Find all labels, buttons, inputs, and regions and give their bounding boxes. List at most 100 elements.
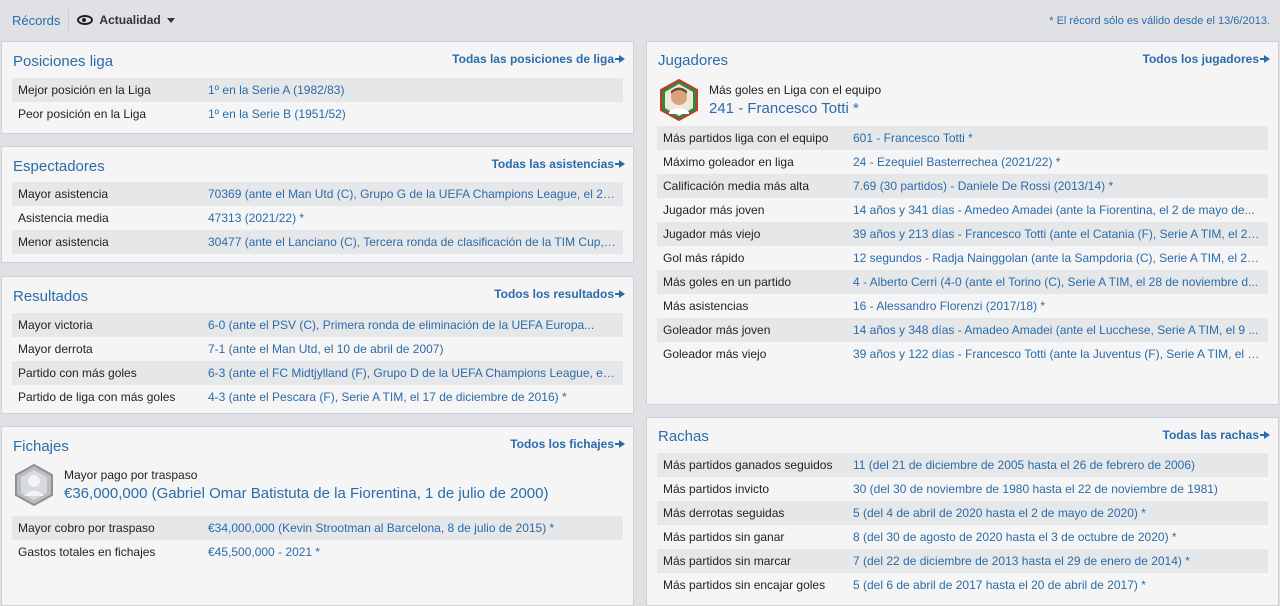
record-value[interactable]: 7-1 (ante el Man Utd, el 10 de abril de …: [208, 342, 449, 356]
panel-title: Resultados: [13, 288, 89, 305]
link-all-streaks[interactable]: Todas las rachas: [1162, 428, 1270, 442]
record-label: Más derrotas seguidas: [663, 506, 785, 520]
link-all-results[interactable]: Todos los resultados: [494, 287, 625, 301]
record-value[interactable]: 12 segundos - Radja Nainggolan (ante la …: [853, 251, 1268, 265]
link-label: Todos los resultados: [494, 287, 614, 301]
record-row: Más partidos sin ganar 8 (del 30 de agost…: [657, 525, 1268, 549]
link-all-transfers[interactable]: Todos los fichajes: [510, 437, 625, 451]
record-value[interactable]: 70369 (ante el Man Utd (C), Grupo G de l…: [208, 187, 623, 201]
panel-transfers: Fichajes Todos los fichajes Mayor pago p…: [1, 426, 634, 606]
record-value[interactable]: 47313 (2021/22) *: [208, 211, 310, 225]
record-label: Más partidos sin marcar: [663, 554, 792, 568]
record-row: Más goles en un partido 4 - Alberto Cerri…: [657, 270, 1268, 294]
record-value[interactable]: €34,000,000 (Kevin Strootman al Barcelon…: [208, 521, 560, 535]
panel-attendance: Espectadores Todas las asistencias Mayor…: [1, 146, 634, 263]
record-value[interactable]: 39 años y 122 días - Francesco Totti (an…: [853, 347, 1268, 361]
highlight-value[interactable]: €36,000,000 (Gabriel Omar Batistuta de l…: [64, 485, 548, 502]
highlight-record: Mayor pago por traspaso €36,000,000 (Gab…: [12, 463, 623, 507]
record-row: Goleador más joven 14 años y 348 días - A…: [657, 318, 1268, 342]
record-label: Mayor derrota: [18, 342, 93, 356]
panel-streaks: Rachas Todas las rachas Más partidos gan…: [646, 417, 1279, 606]
record-list: Mejor posición en la Liga 1º en la Serie …: [12, 78, 623, 126]
record-value[interactable]: 30 (del 30 de noviembre de 1980 hasta el…: [853, 482, 1224, 496]
record-label: Más goles en un partido: [663, 275, 792, 289]
record-value[interactable]: 601 - Francesco Totti *: [853, 131, 979, 145]
record-list: Mayor asistencia 70369 (ante el Man Utd (…: [12, 182, 623, 254]
panel-title: Rachas: [658, 428, 709, 445]
panel-results: Resultados Todos los resultados Mayor vi…: [1, 276, 634, 414]
record-label: Más asistencias: [663, 299, 749, 313]
view-selector[interactable]: Actualidad: [77, 13, 175, 27]
record-label: Partido con más goles: [18, 366, 137, 380]
link-label: Todas las rachas: [1162, 428, 1260, 442]
arrow-right-icon: [615, 160, 625, 168]
record-label: Gol más rápido: [663, 251, 745, 265]
link-all-players[interactable]: Todos los jugadores: [1143, 52, 1270, 66]
link-all-attendance[interactable]: Todas las asistencias: [491, 157, 625, 171]
record-label: Más partidos invicto: [663, 482, 770, 496]
record-row: Mayor cobro por traspaso €34,000,000 (Kev…: [12, 516, 623, 540]
panel-title: Espectadores: [13, 158, 105, 175]
record-row: Goleador más viejo 39 años y 122 días - F…: [657, 342, 1268, 366]
record-label: Mejor posición en la Liga: [18, 83, 151, 97]
record-value[interactable]: 30477 (ante el Lanciano (C), Tercera ron…: [208, 235, 623, 249]
record-row: Mayor victoria 6-0 (ante el PSV (C), Prim…: [12, 313, 623, 337]
record-value[interactable]: 1º en la Serie A (1982/83): [208, 83, 350, 97]
record-label: Máximo goleador en liga: [663, 155, 794, 169]
divider: [68, 9, 70, 31]
record-value[interactable]: 14 años y 348 días - Amadeo Amadei (ante…: [853, 323, 1264, 337]
record-value[interactable]: 7 (del 22 de diciembre de 2013 hasta el …: [853, 554, 1196, 568]
record-value[interactable]: 4-3 (ante el Pescara (F), Serie A TIM, e…: [208, 390, 573, 404]
record-label: Goleador más viejo: [663, 347, 767, 361]
highlight-value[interactable]: 241 - Francesco Totti *: [709, 100, 881, 117]
record-value[interactable]: 16 - Alessandro Florenzi (2017/18) *: [853, 299, 1051, 313]
record-value[interactable]: 4 - Alberto Cerri (4-0 (ante el Torino (…: [853, 275, 1264, 289]
record-value[interactable]: 8 (del 30 de agosto de 2020 hasta el 3 d…: [853, 530, 1183, 544]
record-value[interactable]: 7.69 (30 partidos) - Daniele De Rossi (2…: [853, 179, 1119, 193]
panel-players: Jugadores Todos los jugadores Más goles …: [646, 41, 1279, 405]
record-label: Más partidos liga con el equipo: [663, 131, 829, 145]
record-validity-note: * El récord sólo es válido desde el 13/6…: [1049, 15, 1270, 27]
record-label: Mayor cobro por traspaso: [18, 521, 155, 535]
record-label: Menor asistencia: [18, 235, 109, 249]
panel-title: Posiciones liga: [13, 53, 114, 70]
record-row: Gastos totales en fichajes €45,500,000 - …: [12, 540, 623, 564]
highlight-label: Mayor pago por traspaso: [64, 468, 198, 482]
record-row: Mayor derrota 7-1 (ante el Man Utd, el 10…: [12, 337, 623, 361]
link-label: Todos los jugadores: [1142, 52, 1259, 66]
record-label: Gastos totales en fichajes: [18, 545, 156, 559]
link-all-league-positions[interactable]: Todas las posiciones de liga: [452, 52, 625, 66]
record-row: Partido de liga con más goles 4-3 (ante e…: [12, 385, 623, 409]
record-row: Menor asistencia 30477 (ante el Lanciano …: [12, 230, 623, 254]
record-label: Más partidos sin encajar goles: [663, 578, 826, 592]
arrow-right-icon: [1260, 431, 1270, 439]
arrow-right-icon: [615, 290, 625, 298]
record-value[interactable]: 6-0 (ante el PSV (C), Primera ronda de e…: [208, 318, 600, 332]
link-label: Todos los fichajes: [510, 437, 614, 451]
record-list: Mayor victoria 6-0 (ante el PSV (C), Prim…: [12, 313, 623, 409]
record-value[interactable]: 5 (del 6 de abril de 2017 hasta el 20 de…: [853, 578, 1152, 592]
record-row: Más asistencias 16 - Alessandro Florenzi …: [657, 294, 1268, 318]
record-value[interactable]: €45,500,000 - 2021 *: [208, 545, 326, 559]
record-value[interactable]: 24 - Ezequiel Basterrechea (2021/22) *: [853, 155, 1066, 169]
breadcrumb-records[interactable]: Récords: [12, 13, 60, 28]
record-label: Calificación media más alta: [663, 179, 810, 193]
highlight-record: Más goles en Liga con el equipo 241 - Fr…: [657, 78, 1268, 122]
record-value[interactable]: 14 años y 341 días - Amedeo Amadei (ante…: [853, 203, 1261, 217]
record-value[interactable]: 1º en la Serie B (1951/52): [208, 107, 352, 121]
record-label: Mayor victoria: [18, 318, 93, 332]
record-value[interactable]: 6-3 (ante el FC Midtjylland (F), Grupo D…: [208, 366, 623, 380]
record-value[interactable]: 11 (del 21 de diciembre de 2005 hasta el…: [853, 458, 1201, 472]
record-label: Partido de liga con más goles: [18, 390, 176, 404]
record-row: Más partidos ganados seguidos 11 (del 21 …: [657, 453, 1268, 477]
record-row: Peor posición en la Liga 1º en la Serie B…: [12, 102, 623, 126]
record-label: Asistencia media: [18, 211, 109, 225]
panel-league-positions: Posiciones liga Todas las posiciones de …: [1, 41, 634, 134]
record-row: Jugador más viejo 39 años y 213 días - Fr…: [657, 222, 1268, 246]
record-value[interactable]: 5 (del 4 de abril de 2020 hasta el 2 de …: [853, 506, 1152, 520]
chevron-down-icon: [166, 17, 175, 23]
record-row: Asistencia media 47313 (2021/22) *: [12, 206, 623, 230]
record-value[interactable]: 39 años y 213 días - Francesco Totti (an…: [853, 227, 1268, 241]
record-list: Mayor cobro por traspaso €34,000,000 (Kev…: [12, 516, 623, 564]
arrow-right-icon: [615, 440, 625, 448]
